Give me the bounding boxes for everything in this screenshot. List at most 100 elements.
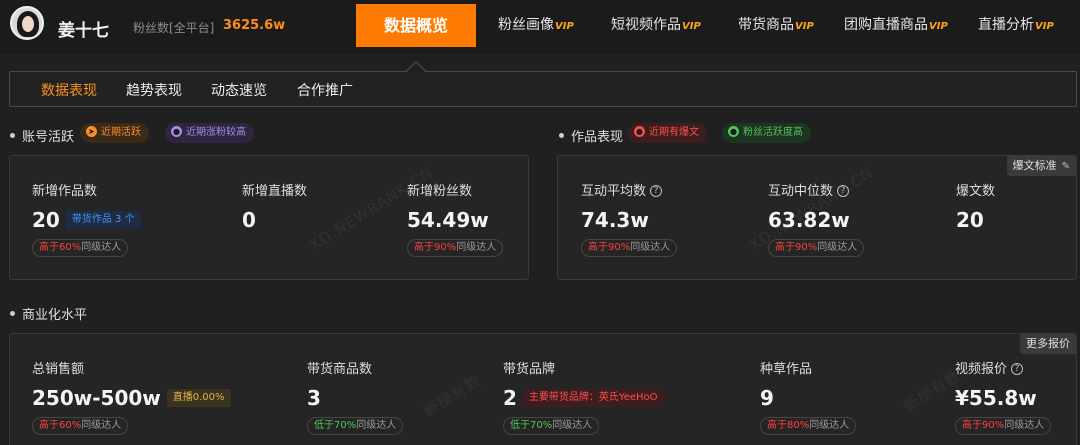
tag-label: 近期有爆文 bbox=[649, 127, 699, 138]
bullet-icon bbox=[559, 133, 564, 138]
account-activity-card: 新增作品数 20 带货作品 3 个 高于60%同级达人 新增直播数 0 新增粉丝数… bbox=[9, 155, 529, 280]
vip-badge: VIP bbox=[682, 21, 701, 32]
avatar-face bbox=[22, 16, 34, 32]
fans-label: 粉丝数[全平台] bbox=[133, 21, 215, 35]
vip-badge: VIP bbox=[1035, 21, 1054, 32]
vip-badge: VIP bbox=[555, 21, 574, 32]
label-text: 互动平均数 bbox=[581, 184, 647, 199]
tab-group-live-goods[interactable]: 团购直播商品VIP bbox=[844, 0, 948, 50]
metric-new-lives: 新增直播数 0 bbox=[242, 180, 307, 232]
metric-seeding-works: 种草作品 9 高于80%同级达人 bbox=[760, 358, 857, 435]
viral-standard-button[interactable]: 爆文标准 ✎ bbox=[1006, 156, 1076, 176]
metric-value: ¥55.8w bbox=[955, 386, 1037, 410]
metric-label: 种草作品 bbox=[760, 362, 813, 377]
subtab-cooperation[interactable]: 合作推广 bbox=[297, 80, 353, 100]
tag-label: 近期活跃 bbox=[101, 127, 141, 138]
metric-new-works: 新增作品数 20 带货作品 3 个 高于60%同级达人 bbox=[32, 180, 141, 257]
metric-value: 0 bbox=[242, 208, 256, 232]
works-performance-card: 爆文标准 ✎ 互动平均数? 74.3w 高于90%同级达人 互动中位数? 63.8… bbox=[557, 155, 1077, 280]
metric-label: 爆文数 bbox=[956, 184, 996, 199]
tab-label: 粉丝画像 bbox=[498, 17, 554, 33]
tag-fans-growth: ● 近期涨粉较高 bbox=[165, 123, 254, 143]
compare-text: 同级达人 bbox=[81, 242, 122, 253]
metric-label: 带货品牌 bbox=[503, 362, 556, 377]
tab-label: 直播分析 bbox=[978, 17, 1034, 33]
bullet-icon bbox=[10, 133, 15, 138]
label-text: 视频报价 bbox=[955, 362, 1008, 377]
compare-text: 同级达人 bbox=[1004, 420, 1045, 431]
compare-text: 同级达人 bbox=[630, 242, 671, 253]
subtab-data-performance[interactable]: 数据表现 bbox=[41, 80, 97, 100]
sub-tabs: 数据表现 趋势表现 动态速览 合作推广 bbox=[9, 71, 1077, 107]
tab-live-analysis[interactable]: 直播分析VIP bbox=[978, 0, 1054, 50]
user-icon: ● bbox=[171, 125, 182, 137]
tab-fans-profile[interactable]: 粉丝画像VIP bbox=[498, 0, 574, 50]
tag-recent-viral: ● 近期有爆文 bbox=[628, 123, 707, 143]
metric-label: 互动平均数? bbox=[581, 180, 677, 199]
peer-compare-badge: 高于90%同级达人 bbox=[768, 239, 865, 257]
avatar[interactable] bbox=[10, 6, 44, 40]
metric-value: 54.49w bbox=[407, 208, 489, 232]
value-text: 20 bbox=[32, 208, 60, 232]
compare-percent: 高于60% bbox=[39, 242, 82, 253]
peer-compare-badge: 高于60%同级达人 bbox=[32, 417, 129, 435]
metric-goods-count: 带货商品数 3 低于70%同级达人 bbox=[307, 358, 404, 435]
compare-percent: 高于80% bbox=[767, 420, 810, 431]
tag-recently-active: ➤ 近期活跃 bbox=[80, 123, 149, 143]
section-title: 作品表现 bbox=[571, 130, 624, 145]
compare-text: 同级达人 bbox=[456, 242, 497, 253]
metric-interaction-avg: 互动平均数? 74.3w 高于90%同级达人 bbox=[581, 180, 678, 257]
metric-value: 250w-500w 直播0.00% bbox=[32, 386, 231, 410]
metric-label: 总销售额 bbox=[32, 362, 85, 377]
section-title: 商业化水平 bbox=[22, 308, 88, 323]
metric-label: 新增直播数 bbox=[242, 184, 308, 199]
peer-compare-badge: 低于70%同级达人 bbox=[307, 417, 404, 435]
vip-badge: VIP bbox=[929, 21, 948, 32]
button-label: 爆文标准 bbox=[1012, 159, 1057, 172]
section-commerce: 商业化水平 bbox=[10, 304, 87, 323]
compare-percent: 高于60% bbox=[39, 420, 82, 431]
peer-compare-badge: 高于90%同级达人 bbox=[407, 239, 504, 257]
tab-data-overview[interactable]: 数据概览 bbox=[356, 4, 476, 47]
metric-label: 视频报价? bbox=[955, 358, 1051, 377]
top-bar: 姜十七 粉丝数[全平台] 3625.6w 数据概览 粉丝画像VIP 短视频作品V… bbox=[0, 0, 1080, 54]
help-icon[interactable]: ? bbox=[650, 184, 663, 197]
metric-brands: 带货品牌 2 主要带货品牌：英氏YeeHoO 低于70%同级达人 bbox=[503, 358, 664, 435]
metric-value: 20 带货作品 3 个 bbox=[32, 208, 141, 232]
compare-percent: 高于90% bbox=[414, 242, 457, 253]
section-works-performance: 作品表现 bbox=[559, 126, 623, 145]
compare-percent: 高于90% bbox=[962, 420, 1005, 431]
compare-text: 同级达人 bbox=[817, 242, 858, 253]
tab-label: 团购直播商品 bbox=[844, 17, 928, 33]
metric-viral-count: 爆文数 20 bbox=[956, 180, 995, 232]
peer-compare-badge: 高于60%同级达人 bbox=[32, 239, 129, 257]
metric-total-sales: 总销售额 250w-500w 直播0.00% 高于60%同级达人 bbox=[32, 358, 231, 435]
metric-new-fans: 新增粉丝数 54.49w 高于90%同级达人 bbox=[407, 180, 504, 257]
compare-text: 同级达人 bbox=[81, 420, 122, 431]
help-icon[interactable]: ? bbox=[1011, 362, 1024, 375]
subtab-dynamics[interactable]: 动态速览 bbox=[211, 80, 267, 100]
vip-badge: VIP bbox=[795, 21, 814, 32]
tab-short-video[interactable]: 短视频作品VIP bbox=[611, 0, 701, 50]
value-text: 250w-500w bbox=[32, 386, 161, 410]
metric-label: 带货商品数 bbox=[307, 362, 373, 377]
goods-works-tag[interactable]: 带货作品 3 个 bbox=[65, 210, 141, 229]
button-label: 更多报价 bbox=[1026, 337, 1070, 350]
compare-text: 同级达人 bbox=[356, 420, 397, 431]
compare-percent: 低于70% bbox=[314, 420, 357, 431]
more-quotes-button[interactable]: 更多报价 bbox=[1020, 334, 1076, 354]
bullet-icon bbox=[10, 311, 15, 316]
compare-text: 同级达人 bbox=[552, 420, 593, 431]
peer-compare-badge: 高于80%同级达人 bbox=[760, 417, 857, 435]
subtab-trend[interactable]: 趋势表现 bbox=[126, 80, 182, 100]
compare-text: 同级达人 bbox=[809, 420, 850, 431]
fire-icon: ● bbox=[634, 125, 645, 137]
peer-compare-badge: 低于70%同级达人 bbox=[503, 417, 600, 435]
tag-label: 近期涨粉较高 bbox=[186, 127, 246, 138]
user-icon: ● bbox=[728, 125, 739, 137]
section-title: 账号活跃 bbox=[22, 130, 75, 145]
tab-goods[interactable]: 带货商品VIP bbox=[738, 0, 814, 50]
live-share-tag: 直播0.00% bbox=[166, 388, 231, 407]
metric-value: 2 主要带货品牌：英氏YeeHoO bbox=[503, 386, 664, 410]
compare-percent: 高于90% bbox=[588, 242, 631, 253]
